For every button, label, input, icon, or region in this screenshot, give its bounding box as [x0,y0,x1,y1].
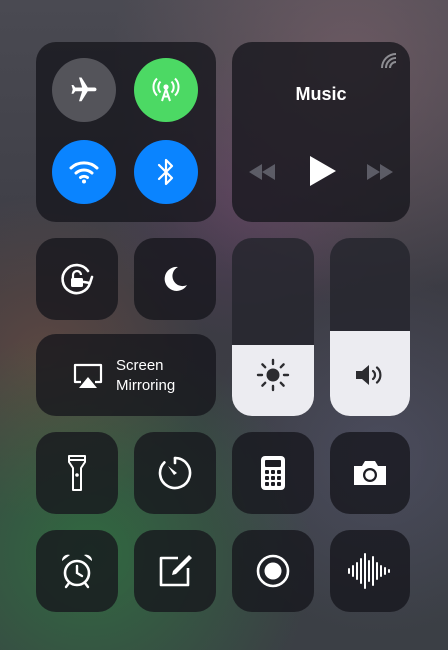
screen-mirroring-label-line2: Mirroring [116,377,176,394]
bluetooth-icon [157,158,174,186]
screen-mirroring-icon [73,363,103,388]
rotation-lock-button[interactable] [36,238,118,320]
voice-memo-button[interactable] [330,530,410,612]
bluetooth-toggle[interactable] [134,140,198,204]
wifi-toggle[interactable] [52,140,116,204]
moon-icon [164,266,187,291]
wifi-icon [69,161,99,184]
rotation-lock-icon [61,263,94,295]
do-not-disturb-button[interactable] [134,238,216,320]
airplane-mode-toggle[interactable] [52,58,116,122]
timer-icon [158,456,192,490]
connectivity-panel [36,42,216,222]
alarm-icon [61,554,93,589]
airplane-icon [71,77,97,102]
flashlight-button[interactable] [36,432,118,514]
cellular-data-icon [152,77,180,102]
camera-button[interactable] [330,432,410,514]
rewind-icon[interactable] [248,164,276,180]
speaker-icon [356,365,382,385]
screen-mirroring-label-line1: Screen [116,357,164,374]
cellular-data-toggle[interactable] [134,58,198,122]
airplay-audio-icon[interactable] [380,52,398,70]
notes-button[interactable] [134,530,216,612]
sun-icon [256,358,290,392]
camera-icon [354,461,386,485]
music-title: Music [295,84,347,104]
music-panel[interactable]: Music [232,42,410,222]
notes-icon [159,555,192,587]
timer-button[interactable] [134,432,216,514]
screen-mirroring-button[interactable]: Screen Mirroring [36,334,216,416]
flashlight-icon [68,455,86,491]
screen-record-button[interactable] [232,530,314,612]
play-icon[interactable] [310,156,336,186]
brightness-slider[interactable] [232,238,314,416]
voice-memo-icon [348,553,390,589]
fast-forward-icon[interactable] [366,164,394,180]
calculator-button[interactable] [232,432,314,514]
alarm-button[interactable] [36,530,118,612]
calculator-icon [261,456,285,490]
volume-slider[interactable] [330,238,410,416]
screen-record-icon [256,554,290,588]
